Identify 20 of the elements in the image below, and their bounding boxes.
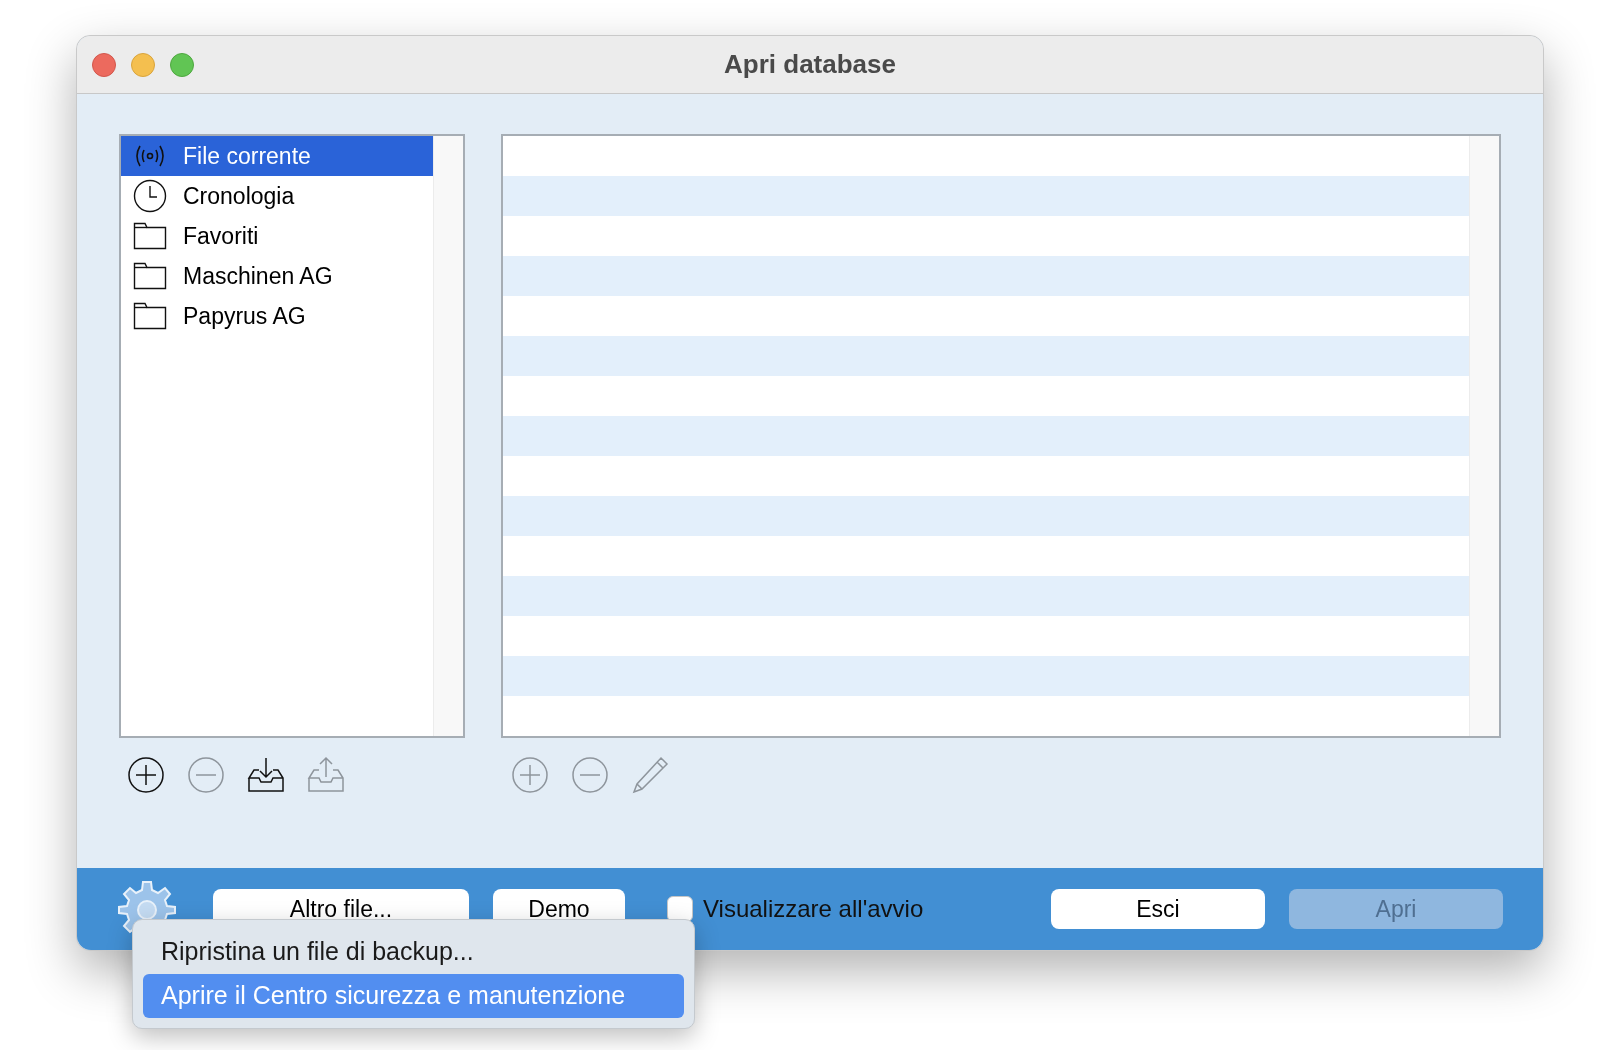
- sidebar-item[interactable]: Papyrus AG: [121, 296, 433, 336]
- folder-icon: [133, 262, 167, 290]
- close-button[interactable]: [92, 52, 116, 77]
- folder-icon: [133, 222, 167, 250]
- sidebar-item[interactable]: Favoriti: [121, 216, 433, 256]
- sidebar-item[interactable]: File corrente: [121, 136, 433, 176]
- tray-download-icon[interactable]: [247, 756, 285, 794]
- minimize-button[interactable]: [131, 52, 155, 77]
- sidebar-item[interactable]: Cronologia: [121, 176, 433, 216]
- checkbox[interactable]: [667, 896, 693, 922]
- sidebar-item[interactable]: Maschinen AG: [121, 256, 433, 296]
- add-icon[interactable]: [127, 756, 165, 794]
- folder-icon: [133, 302, 167, 330]
- menu-item[interactable]: Ripristina un file di backup...: [143, 930, 684, 974]
- dialog-button[interactable]: Esci: [1051, 889, 1265, 929]
- zoom-button[interactable]: [170, 52, 194, 77]
- checkbox-label: Visualizzare all'avvio: [703, 894, 924, 924]
- clock-icon: [133, 179, 167, 213]
- broadcast-icon: [133, 144, 167, 168]
- window-title: Apri database: [724, 48, 896, 81]
